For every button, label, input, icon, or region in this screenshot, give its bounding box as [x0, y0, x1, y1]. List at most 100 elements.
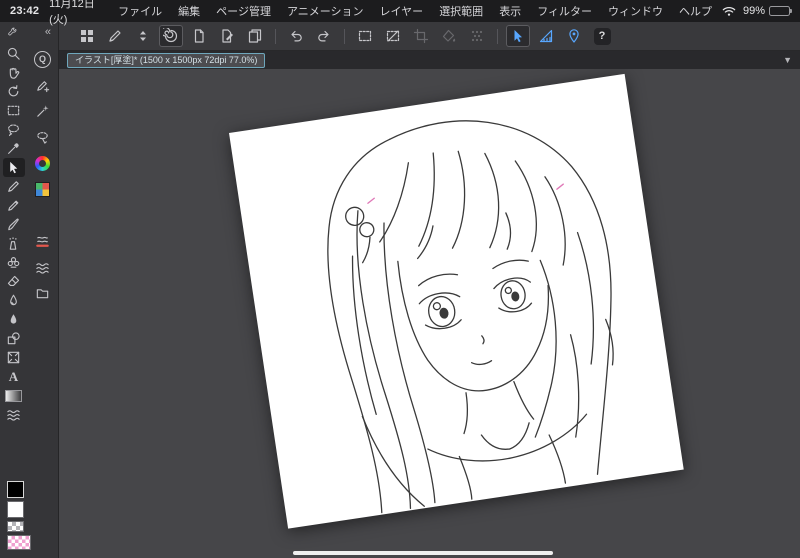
text-icon: A: [8, 368, 19, 384]
page-manager-button[interactable]: [243, 25, 267, 47]
eraser-tool[interactable]: [3, 272, 25, 291]
document-tab[interactable]: イラスト[厚塗]* (1500 x 1500px 72dpi 77.0%): [67, 52, 266, 68]
help-button[interactable]: ?: [590, 25, 614, 47]
menu-item-edit[interactable]: 編集: [178, 3, 200, 19]
selection-pen-panel[interactable]: [32, 124, 54, 150]
figure-tool[interactable]: [3, 329, 25, 348]
cursor-icon: [510, 28, 526, 44]
sub-color-swatch[interactable]: [7, 501, 24, 518]
blend-tool[interactable]: [3, 291, 25, 310]
canvas[interactable]: [229, 73, 684, 529]
status-menu-bar: 23:42 11月12日(火) ファイル 編集 ページ管理 アニメーション レイヤー 選択…: [0, 0, 800, 26]
transparent-color-swatch[interactable]: [7, 521, 24, 532]
droplet-icon: [6, 312, 21, 327]
lasso-tool[interactable]: [3, 120, 25, 139]
updown-icon: [135, 28, 151, 44]
marquee-icon: [357, 28, 373, 44]
quick-access-panel[interactable]: Q: [32, 46, 54, 72]
pen-icon: [6, 179, 21, 194]
menu-item-filter[interactable]: フィルター: [537, 3, 592, 19]
selection-tool[interactable]: [3, 101, 25, 120]
menu-item-help[interactable]: ヘルプ: [679, 3, 712, 19]
menu-item-file[interactable]: ファイル: [118, 3, 162, 19]
home-indicator[interactable]: [293, 551, 553, 555]
clock: 23:42: [10, 5, 40, 17]
color-wheel-panel[interactable]: [32, 150, 54, 176]
crop-icon: [413, 28, 429, 44]
tone-panel[interactable]: [32, 254, 54, 280]
frame-icon: [6, 350, 21, 365]
pencil-icon: [6, 198, 21, 213]
auto-select-panel[interactable]: [32, 98, 54, 124]
menu-item-animation[interactable]: アニメーション: [287, 3, 364, 19]
menu-item-window[interactable]: ウィンドウ: [608, 3, 663, 19]
select-area-button[interactable]: [353, 25, 377, 47]
pencil-tool[interactable]: [3, 196, 25, 215]
magnifier-icon: [6, 46, 21, 61]
workspace-grid-button[interactable]: [75, 25, 99, 47]
operation-cursor-button[interactable]: [506, 25, 530, 47]
figure-icon: [6, 331, 21, 346]
rotate-canvas-tool[interactable]: [3, 82, 25, 101]
page-icon: [191, 28, 207, 44]
wifi-icon: [722, 6, 736, 17]
redline-icon: [35, 234, 50, 249]
command-sort-button[interactable]: [131, 25, 155, 47]
redo-button[interactable]: [312, 25, 336, 47]
qbadge-icon: Q: [34, 50, 51, 68]
toolbar-separator: [275, 28, 276, 44]
dropper-icon: [6, 141, 21, 156]
lasso-icon: [6, 122, 21, 137]
menu-item-selection[interactable]: 選択範囲: [439, 3, 483, 19]
undo-button[interactable]: [284, 25, 308, 47]
reference-button[interactable]: [562, 25, 586, 47]
canvas-area[interactable]: [59, 69, 800, 558]
colorslider-icon: [35, 208, 50, 223]
ruler-button[interactable]: [534, 25, 558, 47]
main-color-swatch[interactable]: [7, 481, 24, 498]
decoration-tool[interactable]: [3, 253, 25, 272]
liquify-tool[interactable]: [3, 310, 25, 329]
pen-icon: [107, 28, 123, 44]
redo-icon: [316, 28, 332, 44]
hand-icon: [6, 65, 21, 80]
menu-item-view[interactable]: 表示: [499, 3, 521, 19]
color-history-swatch[interactable]: [7, 535, 31, 550]
pen-tool[interactable]: [3, 177, 25, 196]
text-tool[interactable]: A: [3, 367, 25, 386]
deselect-button[interactable]: [381, 25, 405, 47]
folder-icon: [35, 286, 50, 301]
new-canvas-button[interactable]: [187, 25, 211, 47]
editor-column: ? イラスト[厚塗]* (1500 x 1500px 72dpi 77.0%) …: [59, 22, 800, 558]
operation-tool[interactable]: [2, 158, 25, 177]
palette-settings-button[interactable]: [7, 27, 18, 38]
menu-item-layer[interactable]: レイヤー: [380, 3, 424, 19]
tab-overflow-chevron-icon[interactable]: ▼: [783, 55, 792, 65]
zoom-tool[interactable]: [3, 44, 25, 63]
material-panel[interactable]: [32, 280, 54, 306]
rotate-icon: [6, 84, 21, 99]
color-set-panel[interactable]: [32, 176, 54, 202]
sub-tool-panel[interactable]: [32, 72, 54, 98]
menu-item-page-management[interactable]: ページ管理: [216, 3, 271, 19]
line-correction-tool[interactable]: [3, 405, 25, 424]
sidebar-columns: A Q: [0, 42, 58, 481]
share-button[interactable]: [103, 25, 127, 47]
brush-tool[interactable]: [3, 215, 25, 234]
color-swatches: [0, 481, 58, 558]
edit-canvas-button[interactable]: [215, 25, 239, 47]
tool-column: A: [0, 42, 27, 481]
spiral-icon: [163, 28, 179, 44]
airbrush-tool[interactable]: [3, 234, 25, 253]
approximate-color-panel[interactable]: [32, 228, 54, 254]
move-tool[interactable]: [3, 63, 25, 82]
tone-icon: [469, 28, 485, 44]
eyedropper-tool[interactable]: [3, 139, 25, 158]
gradient-tool[interactable]: [3, 386, 25, 405]
blend-icon: [6, 293, 21, 308]
penplus-icon: [35, 78, 50, 93]
clip-studio-button[interactable]: [159, 25, 183, 47]
collapse-sidebar-button[interactable]: «: [45, 27, 51, 38]
color-slider-panel[interactable]: [32, 202, 54, 228]
frame-border-tool[interactable]: [3, 348, 25, 367]
